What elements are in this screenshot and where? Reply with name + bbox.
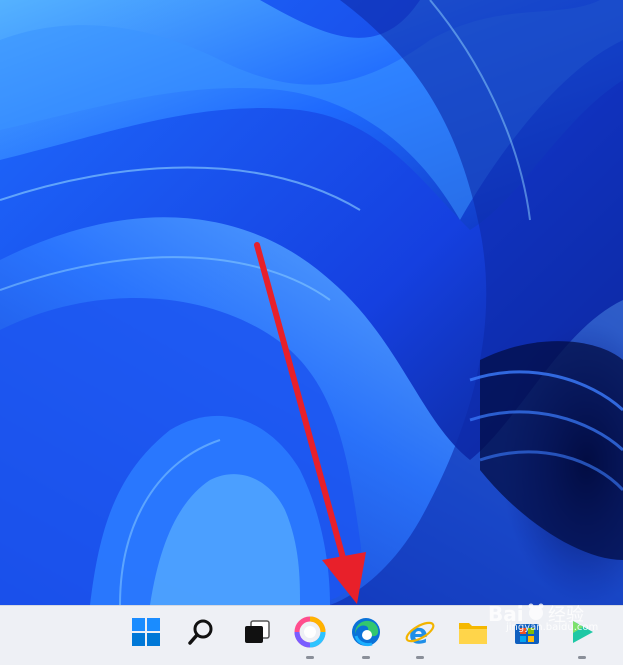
edge-button[interactable] [346,612,386,652]
store-icon [515,624,539,644]
windows-logo-icon [132,618,160,646]
photos-running-indicator [306,656,314,659]
task-view-button[interactable] [237,612,277,652]
store-button[interactable] [507,612,547,652]
search-icon [188,619,213,645]
search-button[interactable] [181,612,221,652]
taskbar: e [0,605,623,665]
red-arrow-annotation [254,242,366,604]
media-player-button[interactable] [562,612,602,652]
file-explorer-button[interactable] [453,612,493,652]
start-button[interactable] [126,612,166,652]
edge-icon [352,618,380,647]
internet-explorer-button[interactable]: e [400,612,440,652]
photos-button[interactable] [290,612,330,652]
edge-running-indicator [362,656,370,659]
svg-text:e: e [409,617,428,648]
media-running-indicator [578,656,586,659]
task-view-icon [245,620,270,643]
internet-explorer-icon: e [405,617,435,648]
photos-icon [294,616,326,648]
folder-icon [459,623,487,644]
media-player-icon [573,621,593,643]
ie-running-indicator [416,656,424,659]
